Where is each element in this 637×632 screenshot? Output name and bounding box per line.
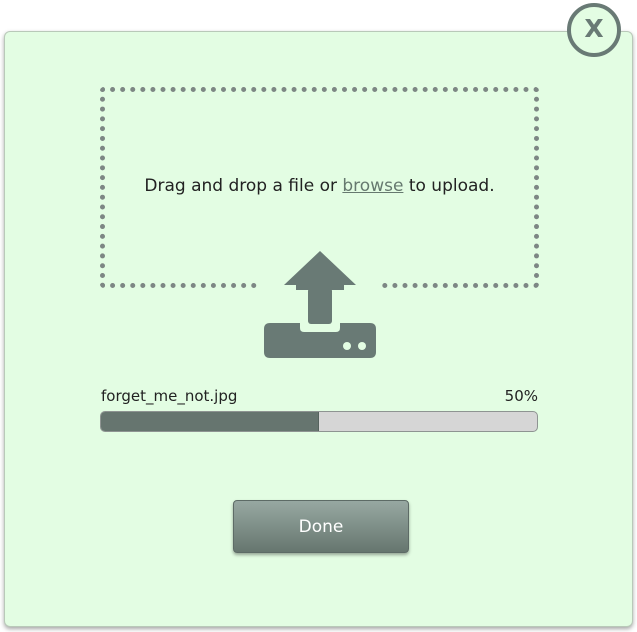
upload-percent: 50% xyxy=(504,387,538,405)
file-name: forget_me_not.jpg xyxy=(101,387,238,405)
drop-instructions: Drag and drop a file or browse to upload… xyxy=(100,176,539,196)
close-icon: X xyxy=(584,14,604,43)
browse-link[interactable]: browse xyxy=(342,176,403,196)
drop-text-before: Drag and drop a file or xyxy=(144,176,343,196)
upload-progress-bar xyxy=(100,411,538,432)
upload-tray-icon xyxy=(258,244,380,364)
close-button[interactable]: X xyxy=(567,3,621,57)
upload-progress-fill xyxy=(101,412,319,431)
drop-text-after: to upload. xyxy=(403,176,495,196)
done-button[interactable]: Done xyxy=(233,500,409,553)
